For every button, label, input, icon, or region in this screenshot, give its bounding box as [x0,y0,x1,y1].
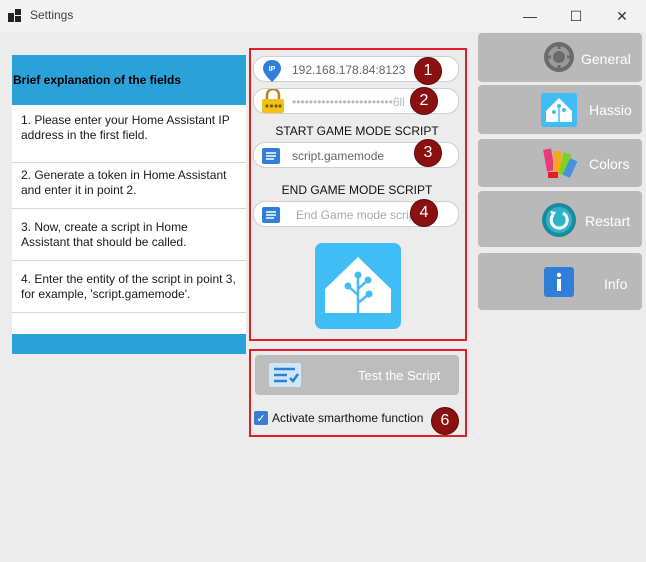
explanation-list: 1. Please enter your Home Assistant IP a… [12,105,246,334]
end-script-label: END GAME MODE SCRIPT [281,183,433,197]
maximize-button[interactable]: ☐ [553,0,599,32]
nav-restart-button[interactable]: Restart [478,191,642,247]
step-badge-2: 2 [410,87,438,115]
nav-colors-label: Colors [589,156,630,172]
nav-hassio-label: Hassio [589,102,632,118]
restart-icon [541,202,577,243]
nav-info-button[interactable]: Info [478,253,642,310]
info-icon [544,267,574,302]
window-title: Settings [30,8,74,22]
step-badge-1: 1 [414,57,442,85]
end-script-placeholder: End Game mode script [296,208,419,222]
test-script-label: Test the Script [358,368,441,383]
svg-text:IP: IP [269,66,276,73]
smarthome-checkbox[interactable]: ✓ [254,411,268,425]
explanation-step-1: 1. Please enter your Home Assistant IP a… [12,113,246,163]
password-lock-icon [259,87,287,118]
nav-colors-button[interactable]: Colors [478,139,642,187]
explanation-header: Brief explanation of the fields [12,55,246,105]
title-bar: Settings — ☐ ✕ [0,0,646,32]
start-script-label: START GAME MODE SCRIPT [275,124,439,138]
script-scroll-icon [260,205,282,228]
nav-restart-label: Restart [585,213,631,229]
step-badge-3: 3 [414,139,442,167]
nav-general-label: General [581,51,631,67]
nav-general-button[interactable]: General [478,33,642,82]
minimize-button[interactable]: — [507,0,553,32]
nav-hassio-button[interactable]: Hassio [478,85,642,134]
test-script-button[interactable]: Test the Script [255,355,459,395]
home-assistant-logo [315,243,401,329]
step-badge-4: 4 [410,199,438,227]
token-value: ••••••••••••••••••••••••6ll [292,95,405,109]
step-badge-6: 6 [431,407,459,435]
explanation-step-4: 4. Enter the entity of the script in poi… [12,272,246,313]
explanation-footer [12,334,246,354]
nav-info-label: Info [604,276,628,292]
checklist-icon [267,361,303,394]
location-pin-icon: IP [261,59,283,86]
smarthome-checkbox-label[interactable]: Activate smarthome function [272,411,423,425]
explanation-step-2: 2. Generate a token in Home Assistant an… [12,168,246,209]
start-script-value: script.gamemode [292,149,385,163]
close-button[interactable]: ✕ [599,0,645,32]
script-scroll-icon [260,146,282,169]
ip-address-value: 192.168.178.84:8123 [292,63,406,77]
explanation-step-3: 3. Now, create a script in Home Assistan… [12,220,246,261]
app-icon [8,9,22,22]
color-palette-icon [542,145,578,186]
home-assistant-icon [541,93,577,132]
gear-icon [542,40,576,79]
